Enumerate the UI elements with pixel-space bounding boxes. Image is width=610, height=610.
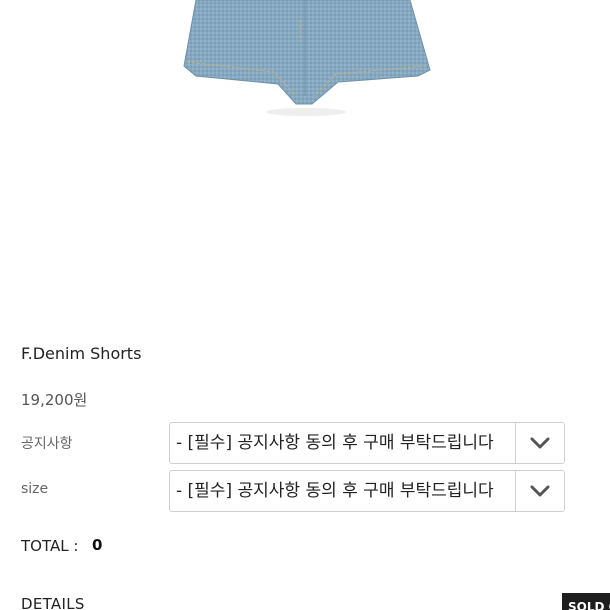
product-title: F.Denim Shorts [21, 344, 142, 363]
chevron-down-icon [530, 485, 550, 497]
product-price: 19,200원 [21, 391, 88, 409]
notice-select[interactable]: - [필수] 공지사항 동의 후 구매 부탁드립니다 [169, 422, 565, 464]
option-label-notice: 공지사항 [21, 436, 73, 452]
size-select[interactable]: - [필수] 공지사항 동의 후 구매 부탁드립니다 [169, 470, 565, 512]
total-label: TOTAL : [21, 537, 79, 555]
option-label-size: size [21, 481, 49, 497]
size-select-value: - [필수] 공지사항 동의 후 구매 부탁드립니다 [176, 481, 494, 501]
denim-shorts-shape [183, 0, 431, 105]
product-image [183, 0, 431, 116]
details-heading[interactable]: DETAILS [21, 595, 85, 610]
chevron-down-icon [530, 437, 550, 449]
notice-select-toggle[interactable] [515, 423, 564, 463]
total-value: 0 [92, 536, 103, 554]
product-page: F.Denim Shorts 19,200원 공지사항 - [필수] 공지사항 … [0, 0, 610, 610]
sold-out-button[interactable]: SOLD OUT [562, 593, 610, 610]
size-select-toggle[interactable] [515, 471, 564, 511]
notice-select-value: - [필수] 공지사항 동의 후 구매 부탁드립니다 [176, 433, 494, 453]
